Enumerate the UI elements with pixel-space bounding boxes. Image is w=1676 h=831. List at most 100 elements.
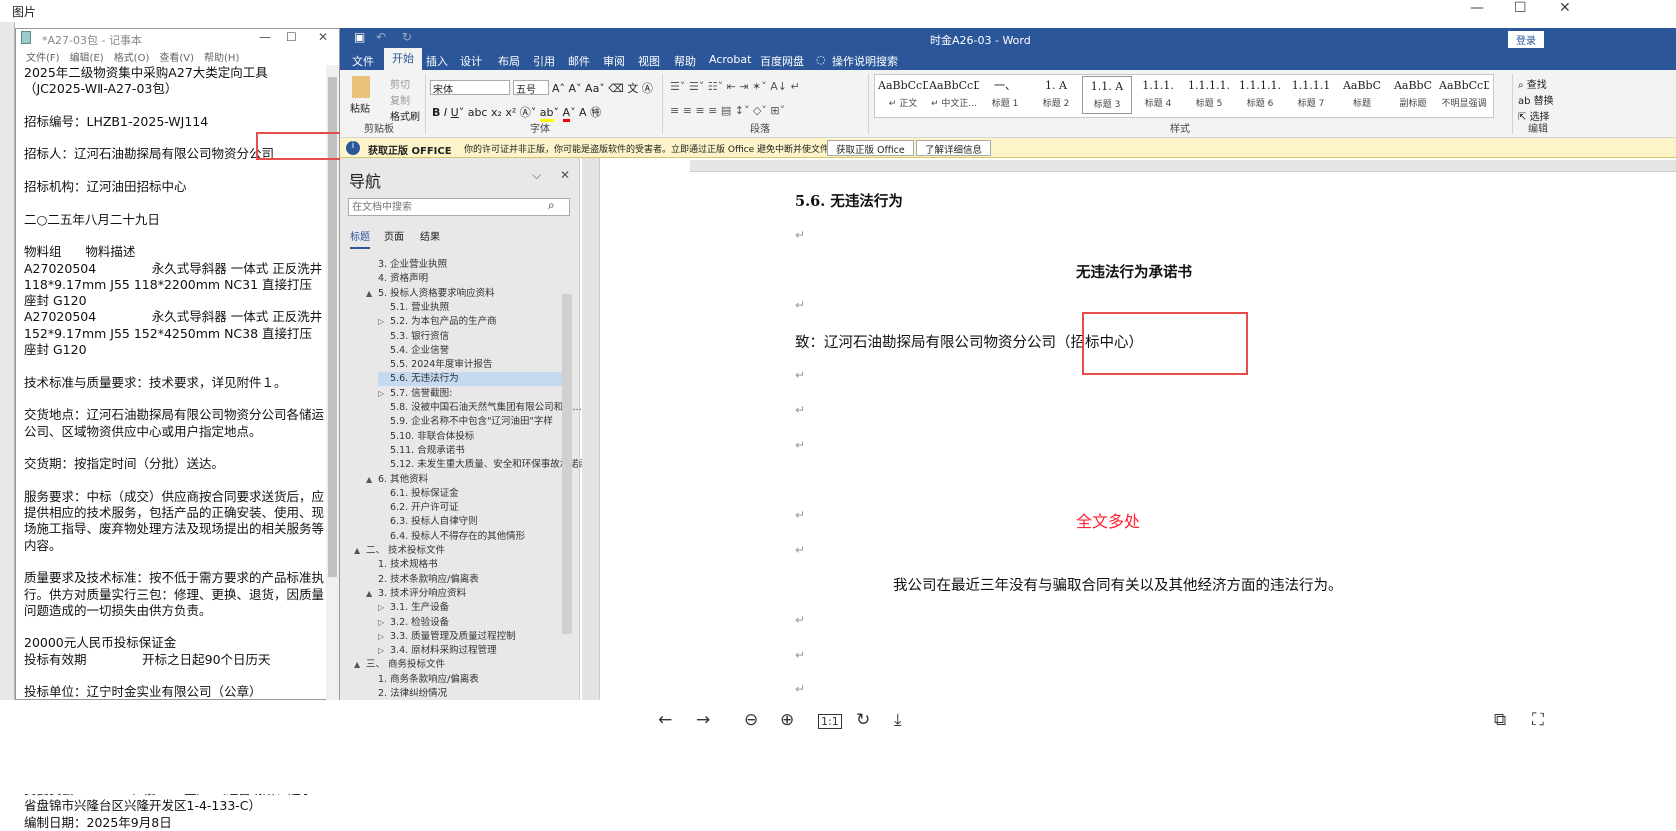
nav-heading-item[interactable]: 5.10. 非联合体投标 [378,430,562,444]
actual-size-icon[interactable]: 1:1 [818,714,842,729]
maximize-button[interactable]: ☐ [1514,0,1527,16]
nav-heading-item[interactable]: 5.11. 合规承诺书 [378,444,562,458]
nav-search-input[interactable] [348,198,570,216]
format-painter-button[interactable]: 格式刷 [390,108,420,123]
tab-mailings[interactable]: 邮件 [568,53,590,69]
tab-view[interactable]: 视图 [638,53,660,69]
font-grow-shrink-icons[interactable]: A˄ A˅ Aa˅ ⌫ 文 Ⓐ [552,80,653,96]
nav-heading-item[interactable]: ▷ 3.1. 生产设备 [378,601,562,615]
nav-heading-item[interactable]: 2. 技术条款响应/偏离表 [366,573,562,587]
nav-heading-item[interactable]: ▷ 3.2. 检验设备 [378,616,562,630]
tab-layout[interactable]: 布局 [498,53,520,69]
nav-heading-item[interactable]: 5.8. 没被中国石油天然气集团有限公司和辽... [378,401,582,415]
expand-icon[interactable]: ▷ [378,315,390,329]
expand-icon[interactable]: ▲ [366,587,378,601]
menu-view[interactable]: 查看(V) [159,53,194,64]
menu-format[interactable]: 格式(O) [114,53,150,64]
nav-scrollbar[interactable] [562,294,572,634]
undo-icon[interactable]: ↶ [376,30,386,44]
learn-more-button[interactable]: 了解详细信息 [916,140,992,156]
redo-icon[interactable]: ↻ [402,30,412,44]
nav-heading-item[interactable]: 6.3. 投标人自律守则 [378,515,562,529]
style-item[interactable]: 1.1.1. 标题 4 [1133,76,1183,114]
style-item[interactable]: AaBbCcDd ↵ 中文正... [929,76,979,114]
style-item[interactable]: AaBbC 副标题 [1388,76,1438,114]
tab-home[interactable]: 开始 [384,48,422,70]
tab-help[interactable]: 帮助 [674,53,696,69]
alignment-icons[interactable]: ≡ ≡ ≡ ≡ ▤ ↕˅ ◇˅ ⊞˅ [670,104,785,117]
login-button[interactable]: 登录 [1508,31,1544,48]
nav-close-icon[interactable]: ✕ [560,168,570,182]
expand-icon[interactable]: ▷ [378,387,390,401]
notepad-close[interactable]: ✕ [318,30,328,44]
nav-heading-item[interactable]: ▲ 二、 技术投标文件 [354,544,562,558]
nav-heading-item[interactable]: 6.1. 投标保证金 [378,487,562,501]
nav-heading-item[interactable]: 2. 法律纠纷情况 [366,687,562,701]
style-item[interactable]: 1.1.1.1. 标题 5 [1184,76,1234,114]
tell-me-search[interactable]: 操作说明搜索 [832,53,898,69]
previous-icon[interactable]: ← [658,710,672,730]
nav-heading-item[interactable]: ▷ 3.4. 原材料采购过程管理 [378,644,562,658]
expand-icon[interactable]: ▷ [378,601,390,615]
font-format-icons[interactable]: B I U˅ abc x₂ x² Ⓐ˅ ab˅ A˅ A ㊕ [432,104,601,122]
copy-button[interactable]: 复制 [390,92,410,107]
nav-heading-item[interactable]: ▲ 三、 商务投标文件 [354,658,562,672]
next-icon[interactable]: → [696,710,710,730]
nav-heading-item[interactable]: ▷ 3.3. 质量管理及质量过程控制 [378,630,562,644]
close-button[interactable]: ✕ [1559,0,1571,16]
nav-heading-item[interactable]: 6.2. 开户许可证 [378,501,562,515]
replace-button[interactable]: ab 替换 [1518,92,1554,107]
paste-icon[interactable] [352,76,370,98]
menu-edit[interactable]: 编辑(E) [70,53,104,64]
save-icon[interactable]: ▣ [354,30,365,44]
find-button[interactable]: ⌕ 查找 [1518,76,1547,91]
nav-heading-item[interactable]: ▲ 6. 其他资料 [366,473,562,487]
nav-tab-results[interactable]: 结果 [420,228,440,243]
rotate-icon[interactable]: ↻ [856,710,870,730]
nav-heading-item[interactable]: 5.5. 2024年度审计报告 [378,358,562,372]
style-item[interactable]: 一、 标题 1 [980,76,1030,114]
nav-heading-item[interactable]: 5.3. 银行资信 [378,330,562,344]
expand-icon[interactable]: ▲ [366,473,378,487]
list-icons[interactable]: ☰˅ ☰˅ ☷˅ ⇤ ⇥ ✶˅ A↓ ↵ [670,80,800,93]
nav-heading-item[interactable]: 3. 企业营业执照 [366,258,562,272]
style-item[interactable]: AaBbCcDdl ↵ 正文 [878,76,928,114]
style-item[interactable]: AaBbCcD 不明显强调 [1439,76,1489,114]
style-item[interactable]: 1.1.1.1 标题 7 [1286,76,1336,114]
menu-file[interactable]: 文件(F) [26,53,60,64]
ocr-icon[interactable]: ⛶ [1532,710,1544,730]
notepad-minimize[interactable]: — [259,30,271,44]
download-icon[interactable]: ⤓ [894,710,902,730]
nav-heading-item[interactable]: 5.6. 无违法行为 [378,372,562,387]
nav-options-icon[interactable]: ⌵ [532,168,541,183]
tab-file[interactable]: 文件 [352,53,374,69]
nav-tab-headings[interactable]: 标题 [350,228,370,249]
notepad-scrollbar[interactable] [326,65,339,701]
translate-icon[interactable]: ⧉ [1494,710,1506,730]
nav-heading-item[interactable]: 1. 技术规格书 [366,558,562,572]
expand-icon[interactable]: ▲ [366,287,378,301]
expand-icon[interactable]: ▷ [378,644,390,658]
style-item[interactable]: AaBbC 标题 [1337,76,1387,114]
notepad-maximize[interactable]: ☐ [286,30,297,44]
nav-heading-item[interactable]: 5.12. 未发生重大质量、安全和环保事故承诺函 [378,458,588,472]
tab-acrobat[interactable]: Acrobat [709,53,751,66]
paste-button[interactable]: 粘贴 [350,100,370,115]
get-office-button[interactable]: 获取正版 Office [827,140,914,156]
nav-heading-item[interactable]: ▷ 5.2. 为本包产品的生产商 [378,315,562,329]
tab-references[interactable]: 引用 [533,53,555,69]
style-item[interactable]: 1.1. A 标题 3 [1082,76,1132,114]
tab-insert[interactable]: 插入 [426,53,448,69]
nav-tab-pages[interactable]: 页面 [384,228,404,243]
font-size-select[interactable]: 五号 [513,80,549,96]
nav-heading-item[interactable]: 5.4. 企业信誉 [378,344,562,358]
nav-heading-item[interactable]: 5.1. 营业执照 [378,301,562,315]
menu-help[interactable]: 帮助(H) [204,53,239,64]
nav-heading-item[interactable]: ▷ 5.7. 信誉截图: [378,387,562,401]
style-item[interactable]: 1. A 标题 2 [1031,76,1081,114]
nav-heading-item[interactable]: ▲ 3. 技术评分响应资料 [366,587,562,601]
search-icon[interactable]: ⌕ [548,198,555,213]
tab-design[interactable]: 设计 [460,53,482,69]
document-area[interactable]: 5.6. 无违法行为 无违法行为承诺书 致：辽河石油勘探局有限公司物资分公司（招… [600,158,1676,700]
font-name-select[interactable]: 宋体 [430,80,510,96]
